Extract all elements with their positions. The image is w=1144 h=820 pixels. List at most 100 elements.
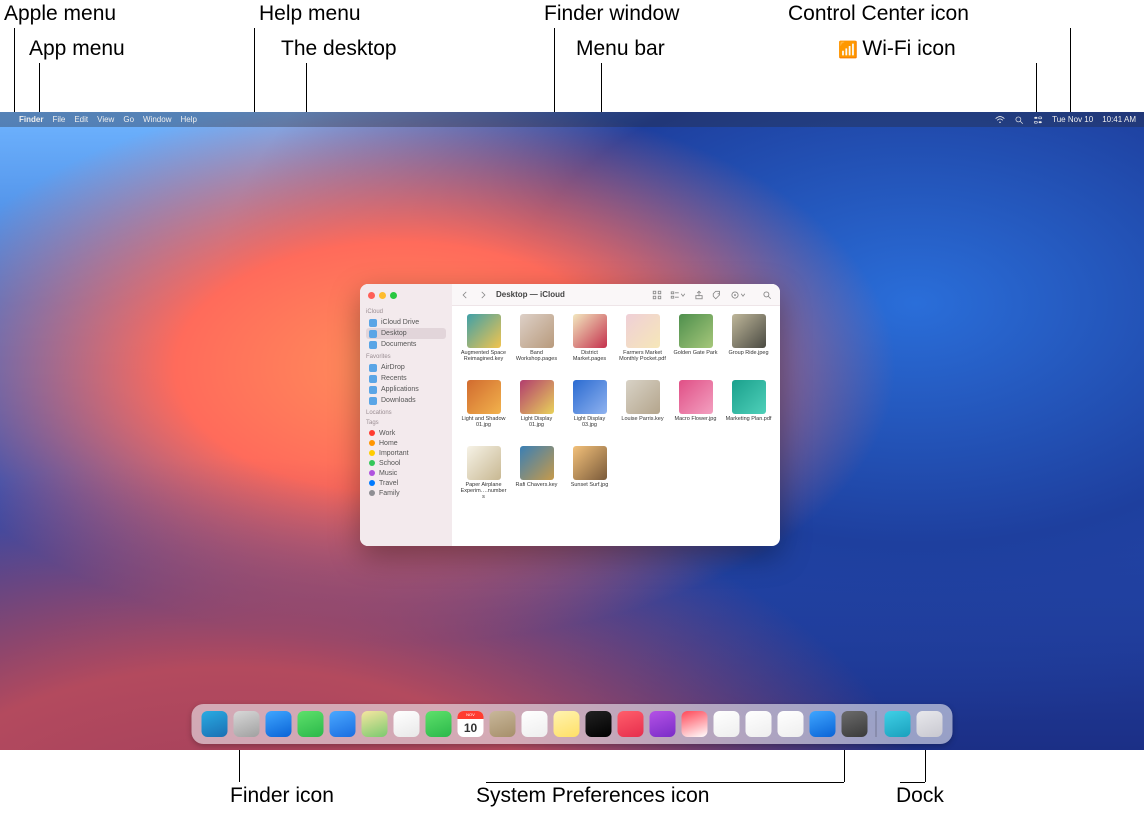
sidebar-item[interactable]: Desktop: [366, 328, 446, 339]
file-item[interactable]: Band Workshop.pages: [513, 314, 560, 374]
file-item[interactable]: Paper Airplane Experim….numbers: [460, 446, 507, 506]
file-item[interactable]: Light and Shadow 01.jpg: [460, 380, 507, 440]
appstore-icon[interactable]: [810, 711, 836, 737]
control-center-icon[interactable]: [1033, 115, 1043, 125]
app-menu-finder[interactable]: Finder: [19, 115, 43, 124]
back-button[interactable]: [460, 290, 470, 300]
tag-button[interactable]: [712, 290, 722, 300]
file-thumbnail: [732, 314, 766, 348]
pages-icon[interactable]: [778, 711, 804, 737]
window-controls: [366, 290, 446, 305]
label-dock: Dock: [896, 784, 944, 808]
downloads-icon[interactable]: [885, 711, 911, 737]
label-app-menu: App menu: [29, 37, 125, 61]
notes-icon[interactable]: [554, 711, 580, 737]
file-name: Light Display 03.jpg: [566, 416, 613, 428]
system-preferences-icon[interactable]: [842, 711, 868, 737]
sidebar-item-label: Important: [379, 450, 409, 457]
sidebar-item-label: Home: [379, 440, 398, 447]
label-finder-window: Finder window: [544, 2, 679, 26]
menu-edit[interactable]: Edit: [74, 115, 88, 124]
menu-go[interactable]: Go: [123, 115, 134, 124]
spotlight-icon[interactable]: [1014, 115, 1024, 125]
file-name: Golden Gate Park: [673, 350, 717, 356]
menu-file[interactable]: File: [52, 115, 65, 124]
file-name: Louise Parris.key: [621, 416, 663, 422]
messages-icon[interactable]: [298, 711, 324, 737]
sidebar-item[interactable]: Downloads: [366, 395, 446, 406]
search-button[interactable]: [762, 290, 772, 300]
file-item[interactable]: Group Ride.jpeg: [725, 314, 772, 374]
file-item[interactable]: Golden Gate Park: [672, 314, 719, 374]
sidebar-item-label: Family: [379, 490, 400, 497]
sidebar-item[interactable]: iCloud Drive: [366, 317, 446, 328]
file-item[interactable]: Light Display 01.jpg: [513, 380, 560, 440]
news-icon[interactable]: [682, 711, 708, 737]
facetime-icon[interactable]: [426, 711, 452, 737]
launchpad-icon[interactable]: [234, 711, 260, 737]
menu-window[interactable]: Window: [143, 115, 171, 124]
reminders-icon[interactable]: [522, 711, 548, 737]
sidebar-item[interactable]: Applications: [366, 384, 446, 395]
trash-icon[interactable]: [917, 711, 943, 737]
view-icons-button[interactable]: [652, 290, 662, 300]
forward-button[interactable]: [478, 290, 488, 300]
sidebar-item[interactable]: Important: [366, 448, 446, 458]
menubar-date[interactable]: Tue Nov 10: [1052, 115, 1093, 124]
podcasts-icon[interactable]: [650, 711, 676, 737]
sidebar-item[interactable]: School: [366, 458, 446, 468]
menu-help[interactable]: Help: [180, 115, 196, 124]
sidebar-item[interactable]: Travel: [366, 478, 446, 488]
file-thumbnail: [573, 380, 607, 414]
sidebar-item[interactable]: Work: [366, 428, 446, 438]
calendar-icon[interactable]: NOV10: [458, 711, 484, 737]
safari-icon[interactable]: [266, 711, 292, 737]
numbers-icon[interactable]: [746, 711, 772, 737]
file-name: Rafi Chavers.key: [516, 482, 558, 488]
file-thumbnail: [520, 314, 554, 348]
tv-icon[interactable]: [586, 711, 612, 737]
file-name: Sunset Surf.jpg: [571, 482, 609, 488]
contacts-icon[interactable]: [490, 711, 516, 737]
sidebar-section-header: Tags: [366, 420, 446, 426]
sidebar-section-header: iCloud: [366, 309, 446, 315]
music-icon[interactable]: [618, 711, 644, 737]
file-item[interactable]: Augmented Space Reimagined.key: [460, 314, 507, 374]
file-item[interactable]: Sunset Surf.jpg: [566, 446, 613, 506]
sidebar-item[interactable]: Recents: [366, 373, 446, 384]
menu-view[interactable]: View: [97, 115, 114, 124]
tag-dot: [369, 430, 375, 436]
close-button[interactable]: [368, 292, 375, 299]
wifi-icon[interactable]: [995, 115, 1005, 125]
menubar-time[interactable]: 10:41 AM: [1102, 115, 1136, 124]
file-item[interactable]: Marketing Plan.pdf: [725, 380, 772, 440]
action-menu-button[interactable]: [730, 290, 746, 300]
sidebar-item[interactable]: Family: [366, 488, 446, 498]
file-item[interactable]: Farmers Market Monthly Pocket.pdf: [619, 314, 666, 374]
stocks-icon[interactable]: [714, 711, 740, 737]
maps-icon[interactable]: [362, 711, 388, 737]
file-item[interactable]: Macro Flower.jpg: [672, 380, 719, 440]
label-help-menu: Help menu: [259, 2, 361, 26]
file-item[interactable]: Louise Parris.key: [619, 380, 666, 440]
file-item[interactable]: Light Display 03.jpg: [566, 380, 613, 440]
finder-icon[interactable]: [202, 711, 228, 737]
menu-bar: Finder File Edit View Go Window Help Tue…: [0, 112, 1144, 127]
file-item[interactable]: Rafi Chavers.key: [513, 446, 560, 506]
sidebar-item-icon: [369, 375, 377, 383]
sidebar-item-label: School: [379, 460, 400, 467]
photos-icon[interactable]: [394, 711, 420, 737]
fullscreen-button[interactable]: [390, 292, 397, 299]
sidebar-item[interactable]: Music: [366, 468, 446, 478]
file-name: Augmented Space Reimagined.key: [460, 350, 507, 362]
sidebar-item[interactable]: AirDrop: [366, 362, 446, 373]
sidebar-item[interactable]: Documents: [366, 339, 446, 350]
share-button[interactable]: [694, 290, 704, 300]
sidebar-item-label: Applications: [381, 386, 419, 393]
label-wifi-icon: 📶 Wi-Fi icon: [838, 37, 956, 61]
sidebar-item[interactable]: Home: [366, 438, 446, 448]
group-menu-button[interactable]: [670, 290, 686, 300]
file-item[interactable]: District Market.pages: [566, 314, 613, 374]
mail-icon[interactable]: [330, 711, 356, 737]
minimize-button[interactable]: [379, 292, 386, 299]
